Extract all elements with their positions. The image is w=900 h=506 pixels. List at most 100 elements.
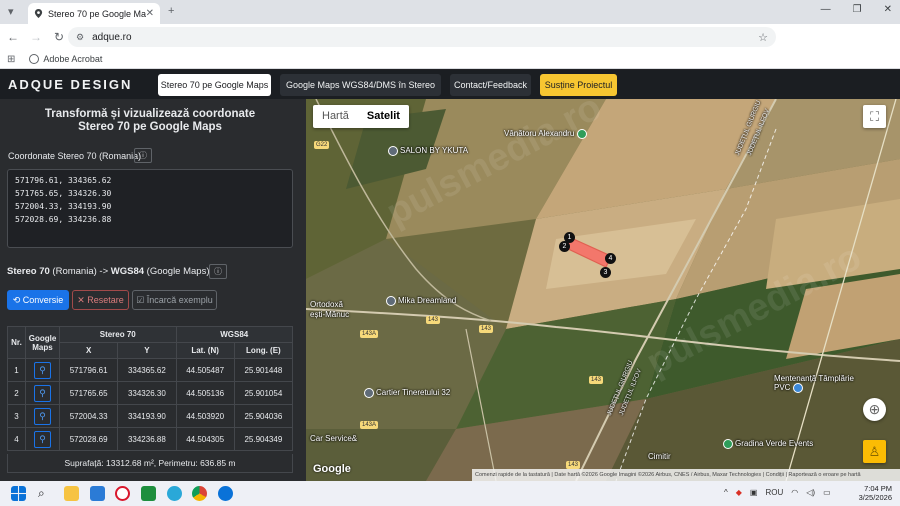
load-example-button[interactable]: ☑ Încarcă exemplu bbox=[132, 290, 217, 310]
col-wgs84: WGS84 bbox=[175, 326, 293, 343]
close-window-icon[interactable]: ✕ bbox=[884, 4, 892, 15]
document-app-icon[interactable] bbox=[90, 486, 105, 501]
map-attribution[interactable]: Comenzi rapide de la tastatură | Date ha… bbox=[472, 469, 900, 481]
tray-app-icon[interactable]: ▣ bbox=[750, 488, 758, 497]
chrome-icon[interactable] bbox=[192, 486, 207, 501]
col-x: X bbox=[58, 342, 119, 359]
converter-panel: Transformă și vizualizează coordonate St… bbox=[0, 99, 306, 481]
table-row: 2 ⚲ 571765.65 334326.30 44.505136 25.901… bbox=[7, 381, 294, 405]
place-pin-icon bbox=[364, 388, 374, 398]
panel-title: Transformă și vizualizează coordonate St… bbox=[44, 108, 256, 133]
results-table: Nr. Google Maps Stereo 70 WGS84 X Y Lat.… bbox=[7, 326, 294, 451]
place-label[interactable]: Cimitir bbox=[648, 452, 671, 461]
reset-button[interactable]: ✕ Resetare bbox=[72, 290, 129, 310]
table-row: 1 ⚲ 571796.61 334365.62 44.505487 25.901… bbox=[7, 358, 294, 382]
browser-tab[interactable]: Stereo 70 pe Google Maps ✕ bbox=[28, 3, 160, 24]
road-number: 143 bbox=[589, 376, 604, 384]
street-view-pegman-icon[interactable]: ♙ bbox=[863, 440, 886, 463]
nav-contact[interactable]: Contact/Feedback bbox=[450, 74, 531, 96]
window-controls: — ❐ ✕ bbox=[821, 4, 892, 15]
windows-start-icon[interactable] bbox=[11, 486, 26, 501]
location-icon[interactable]: ⊕ bbox=[863, 398, 886, 421]
place-label[interactable]: SALON BY YKUTA bbox=[388, 146, 468, 156]
map-pin-icon[interactable]: ⚲ bbox=[34, 361, 51, 379]
convert-button[interactable]: ⟲ Conversie bbox=[7, 290, 69, 310]
place-label[interactable]: ești-Mănuc bbox=[310, 310, 349, 319]
conversion-label: Stereo 70 (Romania) -> WGS84 (Google Map… bbox=[7, 266, 210, 277]
wifi-icon[interactable]: ◠ bbox=[791, 488, 798, 497]
parcel-marker[interactable]: 4 bbox=[605, 247, 616, 265]
place-label[interactable]: Gradina Verde Events bbox=[723, 439, 813, 449]
minimize-icon[interactable]: — bbox=[821, 4, 831, 15]
chevron-up-icon[interactable]: ^ bbox=[724, 488, 728, 497]
col-google: Google Maps bbox=[25, 326, 60, 359]
map-pin-icon[interactable]: ⚲ bbox=[34, 430, 51, 448]
tab-list-icon[interactable]: ▾ bbox=[8, 5, 14, 18]
opera-icon[interactable] bbox=[115, 486, 130, 501]
coordinates-textarea[interactable]: 571796.61, 334365.62 571765.65, 334326.3… bbox=[7, 169, 293, 248]
parcel-marker[interactable]: 2 bbox=[559, 235, 570, 253]
browser-tab-bar: ▾ Stereo 70 pe Google Maps ✕ + — ❐ ✕ bbox=[0, 0, 900, 24]
nav-support-button[interactable]: Susține Proiectul bbox=[540, 74, 617, 96]
place-label[interactable]: Ortodoxă bbox=[310, 300, 343, 309]
site-logo[interactable]: ADQUE DESIGN bbox=[8, 77, 132, 92]
info-icon[interactable]: ⓘ bbox=[209, 264, 227, 279]
place-pin-icon bbox=[388, 146, 398, 156]
map-type-map-button[interactable]: Hartă bbox=[313, 105, 358, 128]
apps-grid-icon[interactable]: ⊞ bbox=[7, 54, 15, 65]
tab-title: Stereo 70 pe Google Maps bbox=[48, 8, 146, 19]
fullscreen-icon[interactable]: ⛶ bbox=[863, 105, 886, 128]
url-text: adque.ro bbox=[92, 31, 132, 43]
back-icon[interactable]: ← bbox=[3, 30, 23, 44]
forward-icon[interactable]: → bbox=[26, 30, 46, 44]
col-stereo70: Stereo 70 bbox=[59, 326, 177, 343]
road-number: G22 bbox=[314, 141, 330, 149]
table-row: 3 ⚲ 572004.33 334193.90 44.503920 25.904… bbox=[7, 404, 294, 428]
map-type-satellite-button[interactable]: Satelit bbox=[358, 105, 409, 128]
road-number: 143 bbox=[479, 325, 494, 333]
language-indicator[interactable]: ROU bbox=[765, 488, 783, 497]
system-tray: ^ ◆ ▣ ROU ◠ ◁) ▭ bbox=[724, 488, 831, 497]
road-number: 143A bbox=[360, 330, 379, 338]
app-icon[interactable] bbox=[218, 486, 233, 501]
place-label[interactable]: Cartier Tineretului 32 bbox=[364, 388, 450, 398]
table-row: 4 ⚲ 572028.69 334236.88 44.504305 25.904… bbox=[7, 427, 294, 451]
place-label[interactable]: Car Service& bbox=[310, 434, 357, 443]
place-pin-icon bbox=[386, 296, 396, 306]
clock[interactable]: 7:04 PM 3/25/2026 bbox=[859, 484, 892, 502]
place-label[interactable]: Mentenanță Tâmplărie PVC bbox=[774, 374, 854, 393]
satellite-map[interactable]: 1 2 3 4 Vânătoru Alexandru SALON BY YKUT… bbox=[306, 99, 900, 481]
place-label[interactable]: Mika Dreamland bbox=[386, 296, 456, 306]
area-perimeter-summary: Suprafață: 13312.68 m², Perimetru: 636.8… bbox=[7, 454, 293, 473]
map-pin-icon[interactable]: ⚲ bbox=[34, 384, 51, 402]
nav-stereo70-maps[interactable]: Stereo 70 pe Google Maps bbox=[158, 74, 271, 96]
volume-icon[interactable]: ◁) bbox=[806, 488, 815, 497]
col-y: Y bbox=[117, 342, 177, 359]
windows-taskbar: ⌕ ^ ◆ ▣ ROU ◠ ◁) ▭ 7:04 PM 3/25/2026 bbox=[0, 481, 900, 506]
google-logo: Google bbox=[313, 463, 351, 475]
battery-icon[interactable]: ▭ bbox=[823, 488, 831, 497]
file-explorer-icon[interactable] bbox=[64, 486, 79, 501]
road-number: 143 bbox=[566, 461, 581, 469]
info-icon[interactable]: ⓘ bbox=[134, 148, 152, 163]
road-number: 143 bbox=[426, 316, 441, 324]
shop-icon bbox=[792, 383, 803, 393]
restore-icon[interactable]: ❐ bbox=[853, 4, 862, 15]
nav-wgs84-to-stereo70[interactable]: Google Maps WGS84/DMS în Stereo 70 bbox=[280, 74, 441, 112]
bookmark-acrobat[interactable]: Adobe Acrobat bbox=[43, 54, 102, 64]
site-header: ADQUE DESIGN Stereo 70 pe Google Maps Go… bbox=[0, 70, 900, 112]
site-info-icon[interactable]: ⚙ bbox=[76, 32, 84, 43]
coordinates-label: Coordonate Stereo 70 (Romania) bbox=[8, 151, 142, 161]
bookmark-star-icon[interactable]: ☆ bbox=[758, 31, 768, 44]
close-tab-icon[interactable]: ✕ bbox=[146, 8, 154, 19]
col-long: Long. (E) bbox=[233, 342, 294, 359]
map-pin-icon[interactable]: ⚲ bbox=[34, 407, 51, 425]
edge-icon[interactable] bbox=[167, 486, 182, 501]
antivirus-icon[interactable]: ◆ bbox=[736, 488, 742, 497]
search-icon[interactable]: ⌕ bbox=[38, 486, 53, 501]
spreadsheet-app-icon[interactable] bbox=[141, 486, 156, 501]
new-tab-icon[interactable]: + bbox=[168, 5, 174, 17]
reload-icon[interactable]: ↻ bbox=[49, 30, 69, 44]
url-field[interactable]: ⚙ adque.ro ☆ bbox=[68, 27, 776, 47]
address-toolbar: ← → ↻ ⚙ adque.ro ☆ ◆ ■ ✣ F ⋮ bbox=[0, 24, 900, 68]
